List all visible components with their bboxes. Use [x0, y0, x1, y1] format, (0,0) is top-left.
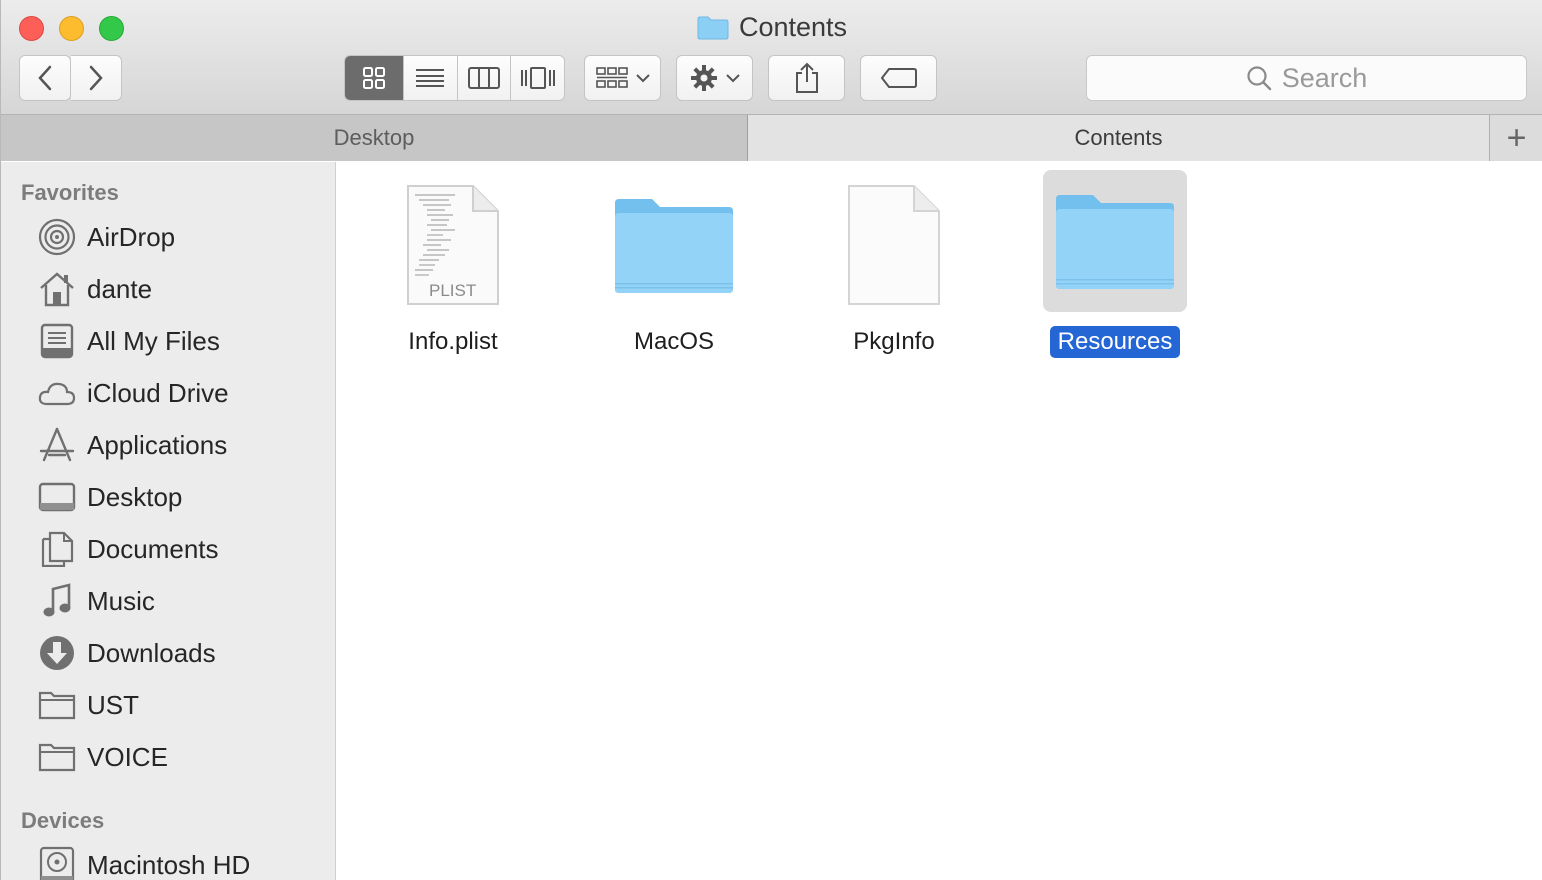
sidebar-item-label: Music — [87, 585, 155, 616]
search-placeholder: Search — [1281, 62, 1368, 93]
list-view-button[interactable] — [404, 56, 458, 100]
sidebar-item-music[interactable]: Music — [37, 581, 155, 621]
sidebar-item-label: iCloud Drive — [87, 377, 229, 408]
plist-badge: PLIST — [429, 281, 476, 300]
hard-drive-icon — [37, 845, 77, 880]
sidebar: Favorites AirDrop dante All My Files iCl… — [1, 162, 336, 880]
sidebar-item-all-my-files[interactable]: All My Files — [37, 321, 220, 361]
search-icon — [1247, 66, 1271, 91]
file-item-macos[interactable]: MacOS — [584, 170, 764, 360]
folder-icon — [1056, 195, 1174, 289]
folder-icon — [697, 16, 729, 47]
sidebar-item-documents[interactable]: Documents — [37, 529, 219, 569]
file-name-text: PkgInfo — [853, 328, 935, 355]
all-files-icon — [37, 321, 77, 361]
sidebar-item-label: All My Files — [87, 325, 220, 356]
desktop-icon — [37, 477, 77, 517]
share-icon — [795, 62, 818, 93]
title-bar: Contents Search — [1, 0, 1542, 115]
sidebar-item-label: Applications — [87, 429, 228, 460]
airdrop-icon — [37, 217, 77, 257]
file-browser: PLIST Info.plist MacOS PkgInfo Resources — [337, 162, 1542, 880]
document-icon — [848, 185, 940, 305]
file-name: MacOS — [584, 326, 764, 358]
column-view-button[interactable] — [458, 56, 512, 100]
tags-button[interactable] — [860, 55, 937, 101]
file-thumbnail — [804, 170, 984, 320]
file-thumbnail: PLIST — [363, 170, 543, 320]
window-title: Contents — [1, 12, 1542, 47]
sidebar-heading-devices: Devices — [21, 808, 105, 833]
share-button[interactable] — [768, 55, 845, 101]
sidebar-item-icloud-drive[interactable]: iCloud Drive — [37, 373, 229, 413]
window-title-text: Contents — [738, 12, 848, 42]
sidebar-item-label: Macintosh HD — [87, 849, 251, 880]
documents-icon — [37, 529, 77, 569]
file-name: PkgInfo — [804, 326, 984, 358]
file-name-text: MacOS — [633, 328, 714, 355]
finder-window: Contents Search Desktop Contents + Favor… — [0, 0, 1542, 880]
sidebar-item-desktop[interactable]: Desktop — [37, 477, 182, 517]
sidebar-item-macintosh-hd[interactable]: Macintosh HD — [37, 845, 250, 880]
search-field[interactable]: Search — [1086, 55, 1527, 101]
sidebar-item-label: VOICE — [87, 741, 168, 772]
icon-view-icon — [363, 67, 385, 89]
chevron-down-icon — [635, 74, 650, 83]
cloud-icon — [37, 373, 77, 413]
sidebar-item-voice[interactable]: VOICE — [37, 737, 168, 777]
tag-icon — [880, 68, 917, 88]
sidebar-item-label: Documents — [87, 533, 219, 564]
sidebar-item-applications[interactable]: Applications — [37, 425, 227, 465]
icon-view-button[interactable] — [345, 56, 404, 100]
column-view-icon — [468, 67, 500, 89]
file-thumbnail-selected — [1043, 170, 1187, 312]
music-icon — [37, 581, 77, 621]
tab-contents[interactable]: Contents — [748, 115, 1489, 161]
arrange-button[interactable] — [584, 55, 661, 101]
list-view-icon — [416, 69, 445, 87]
cover-flow-view-button[interactable] — [511, 56, 564, 100]
file-name: Info.plist — [363, 326, 543, 358]
file-item-info-plist[interactable]: PLIST Info.plist — [363, 170, 543, 360]
view-mode-control — [344, 55, 565, 101]
new-tab-button[interactable]: + — [1489, 115, 1542, 161]
sidebar-item-label: Downloads — [87, 637, 216, 668]
file-item-pkginfo[interactable]: PkgInfo — [804, 170, 984, 360]
action-button[interactable] — [676, 55, 753, 101]
gear-icon — [690, 65, 717, 91]
folder-icon — [37, 685, 77, 725]
tab-bar: Desktop Contents + — [1, 115, 1542, 161]
chevron-left-icon — [38, 65, 52, 91]
file-item-resources[interactable]: Resources — [1043, 170, 1187, 360]
sidebar-item-airdrop[interactable]: AirDrop — [37, 217, 175, 257]
sidebar-item-label: AirDrop — [87, 221, 176, 252]
sidebar-item-label: dante — [87, 273, 153, 304]
back-button[interactable] — [19, 55, 71, 101]
downloads-icon — [37, 633, 77, 673]
cover-flow-view-icon — [520, 67, 555, 89]
file-name-text-selected: Resources — [1049, 326, 1181, 358]
file-name-text: Info.plist — [408, 328, 498, 355]
sidebar-item-dante[interactable]: dante — [37, 269, 152, 309]
sidebar-heading-favorites: Favorites — [21, 180, 119, 205]
plist-document-icon: PLIST — [407, 185, 499, 305]
chevron-down-icon — [725, 74, 740, 83]
folder-icon — [615, 199, 733, 293]
home-icon — [37, 269, 77, 309]
sidebar-item-label: UST — [87, 689, 139, 720]
sidebar-item-label: Desktop — [87, 481, 183, 512]
forward-button[interactable] — [71, 55, 122, 101]
tab-desktop[interactable]: Desktop — [1, 115, 748, 161]
folder-icon — [37, 737, 77, 777]
applications-icon — [37, 425, 77, 465]
arrange-grid-icon — [595, 67, 628, 88]
chevron-right-icon — [89, 65, 103, 91]
file-thumbnail — [584, 170, 764, 320]
sidebar-item-downloads[interactable]: Downloads — [37, 633, 216, 673]
sidebar-item-ust[interactable]: UST — [37, 685, 139, 725]
file-name: Resources — [1043, 326, 1187, 358]
